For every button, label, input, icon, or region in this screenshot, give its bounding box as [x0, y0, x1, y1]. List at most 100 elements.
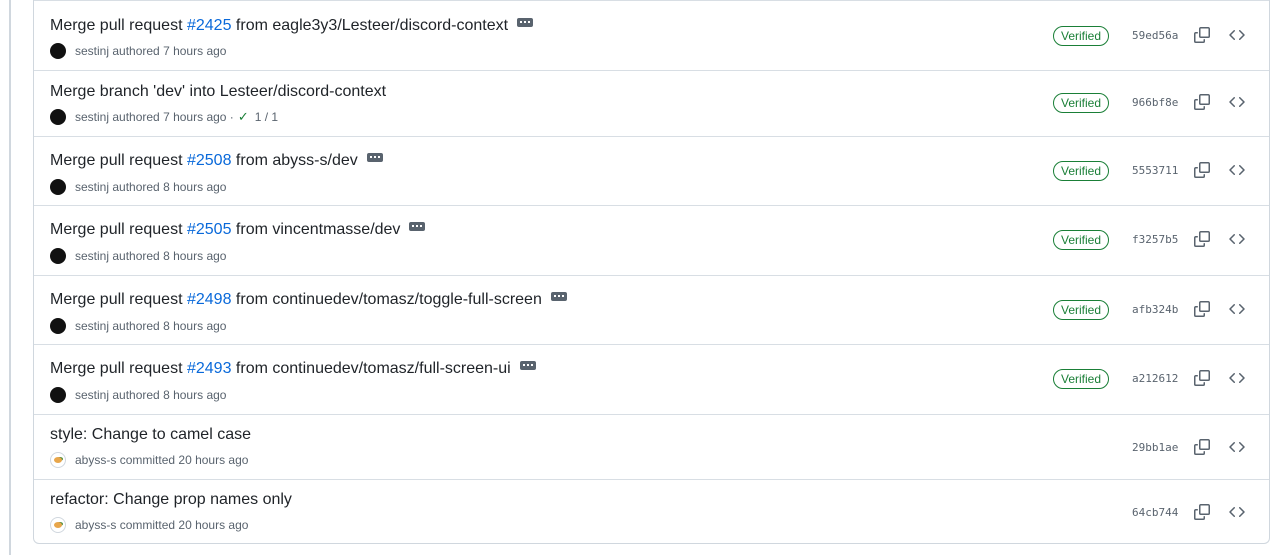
copy-icon[interactable] [1194, 162, 1210, 178]
commit-author[interactable]: sestinj [75, 319, 109, 333]
commit-time: 7 hours ago [163, 44, 227, 58]
checks-status[interactable]: 1 / 1 [255, 110, 278, 124]
commit-title-text[interactable]: style: Change to camel case [50, 426, 251, 444]
verified-badge[interactable]: Verified [1053, 300, 1109, 320]
commit-meta: sestinj authored 8 hours ago [50, 179, 226, 195]
commit-title-text[interactable]: Merge branch 'dev' into Lesteer/discord-… [50, 83, 386, 101]
code-browse-icon[interactable] [1229, 370, 1245, 386]
commit-title-suffix[interactable]: from vincentmasse/dev [236, 221, 401, 239]
commit-sha[interactable]: 29bb1ae [1132, 441, 1178, 454]
commit-title-text[interactable]: Merge pull request [50, 291, 183, 309]
ellipsis-icon[interactable] [366, 152, 383, 162]
verified-badge[interactable]: Verified [1053, 161, 1109, 181]
commit-time: 20 hours ago [178, 453, 249, 467]
commit-time: 8 hours ago [163, 249, 227, 263]
commit-row: Merge pull request #2493 from continuede… [34, 344, 1269, 414]
commit-meta: sestinj authored 8 hours ago [50, 318, 226, 334]
ellipsis-icon[interactable] [517, 17, 534, 27]
avatar[interactable] [50, 179, 66, 195]
code-browse-icon[interactable] [1229, 439, 1245, 455]
commit-title-suffix[interactable]: from abyss-s/dev [236, 152, 358, 170]
commit-sha[interactable]: 59ed56a [1132, 29, 1178, 42]
pr-link[interactable]: #2508 [187, 152, 232, 170]
commit-title-suffix[interactable]: from eagle3y3/Lesteer/discord-context [236, 17, 508, 35]
commit-title[interactable]: Merge pull request #2505 from vincentmas… [50, 221, 426, 239]
pr-link[interactable]: #2493 [187, 360, 232, 378]
avatar[interactable] [50, 387, 66, 403]
commit-title-suffix[interactable]: from continuedev/tomasz/full-screen-ui [236, 360, 511, 378]
commit-title[interactable]: refactor: Change prop names only [50, 491, 292, 509]
commit-meta: abyss-s committed 20 hours ago [50, 452, 248, 468]
copy-icon[interactable] [1194, 504, 1210, 520]
commit-action: authored [112, 44, 160, 58]
copy-icon[interactable] [1194, 94, 1210, 110]
commit-sha[interactable]: 5553711 [1132, 164, 1178, 177]
verified-badge[interactable]: Verified [1053, 26, 1109, 46]
commit-time: 7 hours ago [163, 110, 227, 124]
copy-icon[interactable] [1194, 370, 1210, 386]
pr-link[interactable]: #2425 [187, 17, 232, 35]
commit-title[interactable]: Merge pull request #2493 from continuede… [50, 360, 536, 378]
commit-row: refactor: Change prop names only abyss-s… [34, 479, 1269, 543]
commit-title-text[interactable]: refactor: Change prop names only [50, 491, 292, 509]
commit-title-text[interactable]: Merge pull request [50, 17, 183, 35]
commit-row: Merge branch 'dev' into Lesteer/discord-… [34, 70, 1269, 136]
commit-author[interactable]: sestinj [75, 180, 109, 194]
commit-author[interactable]: sestinj [75, 249, 109, 263]
commit-title[interactable]: Merge pull request #2508 from abyss-s/de… [50, 152, 383, 170]
code-browse-icon[interactable] [1229, 504, 1245, 520]
pr-link[interactable]: #2498 [187, 291, 232, 309]
code-browse-icon[interactable] [1229, 301, 1245, 317]
code-browse-icon[interactable] [1229, 94, 1245, 110]
avatar[interactable] [50, 517, 66, 533]
code-browse-icon[interactable] [1229, 162, 1245, 178]
commit-sha[interactable]: 966bf8e [1132, 96, 1178, 109]
commit-author[interactable]: sestinj [75, 44, 109, 58]
copy-icon[interactable] [1194, 27, 1210, 43]
verified-badge[interactable]: Verified [1053, 230, 1109, 250]
avatar[interactable] [50, 452, 66, 468]
avatar[interactable] [50, 248, 66, 264]
commit-author[interactable]: abyss-s [75, 518, 116, 532]
commit-sha[interactable]: afb324b [1132, 303, 1178, 316]
copy-icon[interactable] [1194, 301, 1210, 317]
commit-title-suffix[interactable]: from continuedev/tomasz/toggle-full-scre… [236, 291, 542, 309]
commit-title[interactable]: Merge pull request #2498 from continuede… [50, 291, 567, 309]
commit-action: authored [112, 319, 160, 333]
commit-author[interactable]: sestinj [75, 110, 109, 124]
commit-action: authored [112, 249, 160, 263]
verified-badge[interactable]: Verified [1053, 369, 1109, 389]
commit-sha[interactable]: 64cb744 [1132, 506, 1178, 519]
commit-row: style: Change to camel case abyss-s comm… [34, 414, 1269, 479]
commit-action: authored [112, 110, 160, 124]
commit-title[interactable]: style: Change to camel case [50, 426, 251, 444]
commit-title[interactable]: Merge pull request #2425 from eagle3y3/L… [50, 17, 534, 35]
verified-badge[interactable]: Verified [1053, 93, 1109, 113]
commit-action: committed [119, 518, 176, 532]
avatar[interactable] [50, 109, 66, 125]
commit-author[interactable]: sestinj [75, 388, 109, 402]
commit-title-text[interactable]: Merge pull request [50, 221, 183, 239]
commit-sha[interactable]: a212612 [1132, 372, 1178, 385]
commit-title[interactable]: Merge branch 'dev' into Lesteer/discord-… [50, 83, 386, 101]
commit-sha[interactable]: f3257b5 [1132, 233, 1178, 246]
commit-time: 20 hours ago [178, 518, 249, 532]
avatar[interactable] [50, 43, 66, 59]
code-browse-icon[interactable] [1229, 231, 1245, 247]
code-browse-icon[interactable] [1229, 27, 1245, 43]
commit-author[interactable]: abyss-s [75, 453, 116, 467]
check-icon[interactable]: ✓ [238, 109, 249, 125]
copy-icon[interactable] [1194, 439, 1210, 455]
commit-title-text[interactable]: Merge pull request [50, 152, 183, 170]
ellipsis-icon[interactable] [519, 360, 536, 370]
commit-row: Merge pull request #2425 from eagle3y3/L… [34, 0, 1269, 70]
commit-time: 8 hours ago [163, 319, 227, 333]
pr-link[interactable]: #2505 [187, 221, 232, 239]
ellipsis-icon[interactable] [409, 221, 426, 231]
commit-time: 8 hours ago [163, 388, 227, 402]
ellipsis-icon[interactable] [550, 291, 567, 301]
avatar[interactable] [50, 318, 66, 334]
commit-action: authored [112, 180, 160, 194]
copy-icon[interactable] [1194, 231, 1210, 247]
commit-title-text[interactable]: Merge pull request [50, 360, 183, 378]
